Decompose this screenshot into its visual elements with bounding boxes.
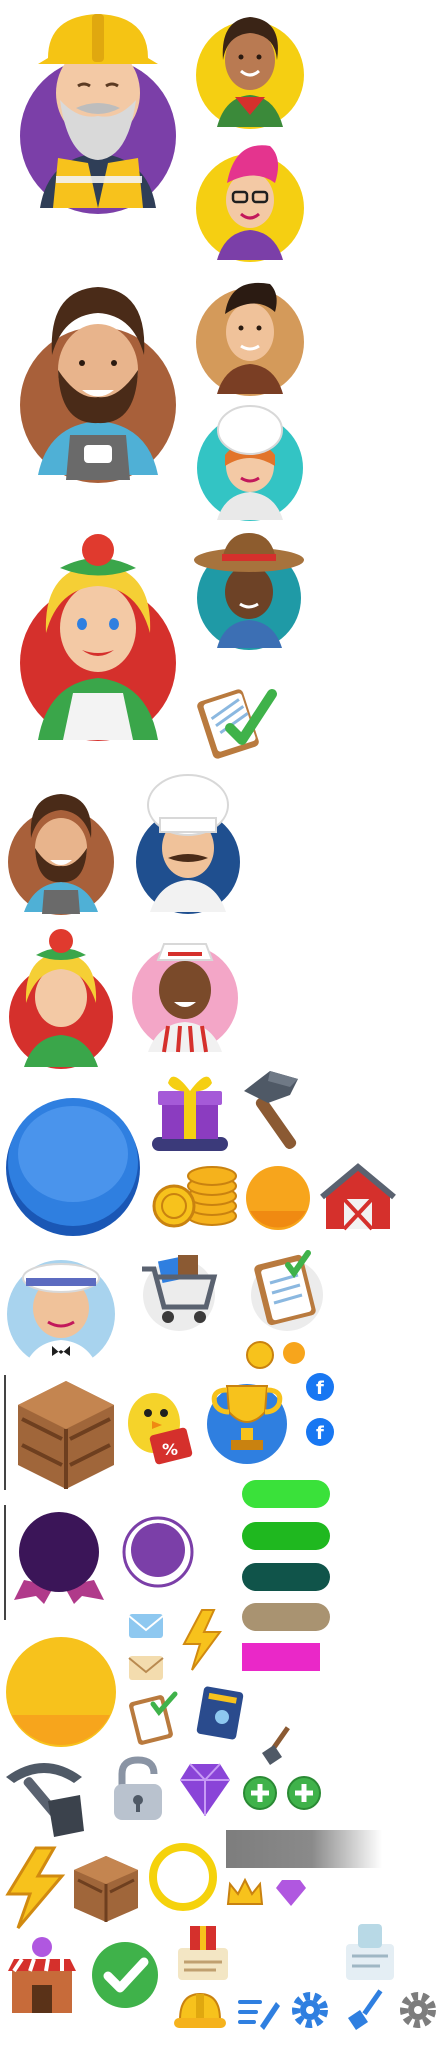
avatar-soda-jerk-sprite xyxy=(128,920,243,1055)
avatar-mechanic-sprite xyxy=(195,272,305,397)
svg-text:f: f xyxy=(316,1378,324,1399)
hammer-sprite xyxy=(240,1065,312,1153)
big-orange-disc-sprite xyxy=(4,1635,119,1750)
avatar-woman-red-scarf-sprite xyxy=(195,5,305,130)
pill-teal-dark xyxy=(242,1563,330,1591)
avatar-male-chef-sprite xyxy=(128,770,248,915)
chick-sale-sprite: % xyxy=(122,1375,194,1470)
avatar-farmer-sprite xyxy=(192,528,307,650)
shop-building-sprite xyxy=(4,1935,80,2015)
trophy-badge-sprite xyxy=(205,1372,290,1468)
pill-magenta xyxy=(242,1643,320,1671)
small-coins-sprite xyxy=(244,1340,310,1370)
lightning-large-sprite xyxy=(4,1846,66,1929)
green-check-circle-sprite xyxy=(90,1940,160,2010)
frosted-clipboard-sprite xyxy=(340,1922,400,1984)
shovel-blue-sprite xyxy=(346,1988,386,2032)
orange-circle-sprite xyxy=(245,1165,311,1231)
small-gem-sprite xyxy=(276,1878,306,1906)
barn-sprite xyxy=(320,1163,396,1231)
blue-round-button-sprite xyxy=(4,1090,142,1238)
recipe-book-sprite xyxy=(194,1685,246,1741)
purple-gem-sprite xyxy=(180,1762,230,1816)
pill-bright-green xyxy=(242,1480,330,1508)
thin-divider-line-2 xyxy=(4,1505,6,1620)
thin-divider-line xyxy=(4,1375,6,1490)
avatar-construction-worker-sprite xyxy=(18,8,178,214)
avatar-tomato-girl-small-sprite xyxy=(6,925,116,1070)
clipboard-check-large-sprite xyxy=(197,680,278,760)
shovel-small-sprite xyxy=(260,1725,296,1767)
gear-gray-sprite xyxy=(398,1990,438,2030)
avatar-pink-hair-glasses-sprite xyxy=(195,138,305,263)
facebook-badges-sprite: f f xyxy=(305,1372,335,1472)
gift-clipboard-sprite xyxy=(172,1922,234,1984)
hard-hat-sprite xyxy=(174,1990,226,2032)
purple-ribbon-badge-sprite xyxy=(14,1510,104,1605)
gift-box-sprite xyxy=(150,1065,230,1155)
coin-stack-sprite xyxy=(150,1160,240,1230)
gear-blue-sprite xyxy=(290,1990,330,2030)
avatar-tomato-girl-large-sprite xyxy=(18,528,178,743)
pill-tan xyxy=(242,1603,330,1631)
plus-buttons-sprite xyxy=(242,1775,322,1811)
pickaxe-sprite xyxy=(4,1755,94,1837)
envelopes-sprite xyxy=(127,1612,165,1684)
shopping-cart-sprite xyxy=(138,1245,220,1333)
avatar-female-chef-sprite xyxy=(195,400,305,522)
avatar-cafe-man-sprite xyxy=(4,1250,119,1370)
padlock-sprite xyxy=(108,1756,168,1822)
wooden-crate-small-sprite xyxy=(70,1852,142,1924)
purple-ring-sprite xyxy=(120,1512,196,1592)
svg-text:%: % xyxy=(162,1440,178,1459)
edit-list-sprite xyxy=(236,1992,280,2032)
wooden-crate-large-sprite xyxy=(14,1375,118,1493)
pill-green xyxy=(242,1522,330,1550)
avatar-barista-small-sprite xyxy=(6,790,116,915)
avatar-barista-large-sprite xyxy=(18,275,178,485)
gray-gradient-bar-sprite xyxy=(226,1830,382,1868)
lightning-small-sprite xyxy=(180,1609,224,1671)
small-crown-sprite xyxy=(226,1877,264,1908)
yellow-ring-sprite xyxy=(148,1842,218,1912)
clipboard-tasks-sprite xyxy=(244,1245,330,1333)
clipboard-small-sprite xyxy=(127,1691,181,1748)
svg-text:f: f xyxy=(316,1423,324,1444)
